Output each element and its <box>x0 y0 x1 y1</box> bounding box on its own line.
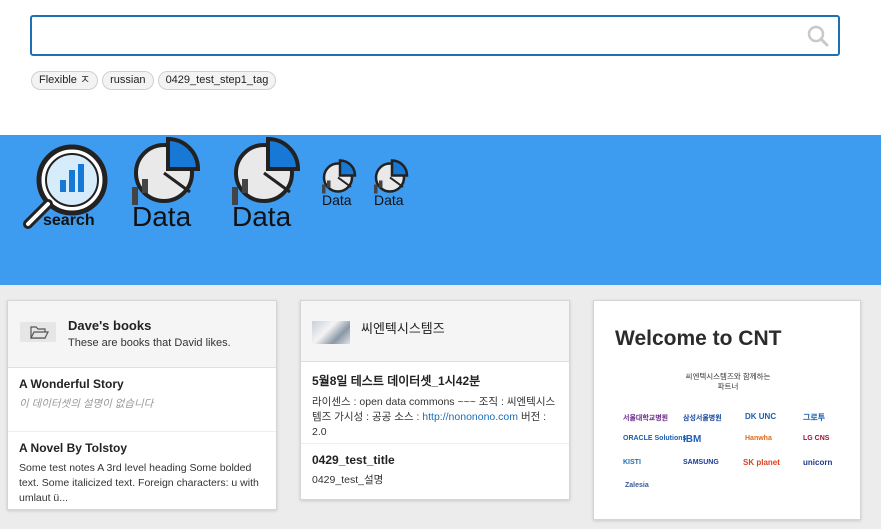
search-shortcut-label: search <box>43 212 95 229</box>
dataset-description: 이 데이터셋의 설명이 없습니다 <box>19 398 154 410</box>
partner-logo: Hanwha <box>745 435 772 442</box>
folder-icon <box>30 326 49 339</box>
dataset-description: 라이센스 : open data commons ~~~ 조직 : 씨엔텍시스템… <box>312 395 558 440</box>
partner-logo: unicorn <box>803 458 833 467</box>
pie-chart-icon <box>374 159 409 194</box>
tag-list: Flexible ㅈ russian 0429_test_step1_tag <box>31 71 277 90</box>
dataset-item[interactable]: 5월8일 테스트 데이터셋_1시42분 라이센스 : open data com… <box>301 362 569 444</box>
group-card-cnt: 씨엔텍시스템즈 5월8일 테스트 데이터셋_1시42분 라이센스 : open … <box>300 300 570 500</box>
dataset-title[interactable]: 5월8일 테스트 데이터셋_1시42분 <box>312 372 558 389</box>
data-shortcut-4-label: Data <box>374 192 404 208</box>
pie-chart-icon <box>232 136 301 205</box>
pie-chart-icon <box>322 159 357 194</box>
content-area: Dave's books These are books that David … <box>0 285 881 529</box>
group-thumbnail <box>312 321 350 344</box>
data-shortcut-1-label: Data <box>132 201 192 232</box>
partner-logo: KISTI <box>623 459 641 466</box>
data-shortcut-3-label: Data <box>322 192 352 208</box>
search-shortcut[interactable]: search <box>20 140 115 235</box>
data-shortcut-2-label: Data <box>232 201 292 232</box>
search-button[interactable] <box>806 24 830 48</box>
partners-caption-line: 파트너 <box>717 382 739 391</box>
search-area: Flexible ㅈ russian 0429_test_step1_tag <box>0 0 881 135</box>
partner-logo: 그로투 <box>803 413 826 422</box>
partner-logo: SK planet <box>743 458 780 467</box>
dataset-item[interactable]: A Wonderful Story 이 데이터셋의 설명이 없습니다 <box>8 368 276 432</box>
partner-logo: Zalesia <box>625 482 649 489</box>
dataset-description: 0429_test_설명 <box>312 474 384 486</box>
partner-logo: 삼성서울병원 <box>683 415 722 422</box>
dataset-title[interactable]: A Novel By Tolstoy <box>19 441 265 455</box>
welcome-title: Welcome to CNT <box>615 327 782 350</box>
card-title[interactable]: 씨엔텍시스템즈 <box>361 318 445 337</box>
card-subtitle: These are books that David likes. <box>68 337 231 349</box>
tag-0429-test-step1[interactable]: 0429_test_step1_tag <box>157 71 277 90</box>
partner-logo: SAMSUNG <box>683 459 719 466</box>
source-link[interactable]: http://nononono.com <box>422 411 518 423</box>
pie-chart-icon <box>132 136 201 205</box>
welcome-card: Welcome to CNT 씨엔텍시스템즈와 함께하는 파트너 서울대학교병원… <box>593 300 861 520</box>
partner-logo: DK UNC <box>745 412 777 421</box>
partner-logo: LG CNS <box>803 435 830 442</box>
partner-logo: 서울대학교병원 <box>623 415 669 422</box>
card-header[interactable]: Dave's books These are books that David … <box>8 301 276 368</box>
search-box[interactable] <box>30 15 840 56</box>
tag-flexible[interactable]: Flexible ㅈ <box>31 71 99 90</box>
data-shortcut-4[interactable]: Data <box>372 159 412 209</box>
dataset-title[interactable]: 0429_test_title <box>312 453 558 467</box>
dataset-item[interactable]: 0429_test_title 0429_test_설명 <box>301 444 569 496</box>
partners-caption: 씨엔텍시스템즈와 함께하는 파트너 <box>594 372 860 392</box>
tag-russian[interactable]: russian <box>102 71 154 90</box>
dataset-title[interactable]: A Wonderful Story <box>19 377 265 391</box>
partners-caption-line: 씨엔텍시스템즈와 함께하는 <box>685 372 771 381</box>
card-header[interactable]: 씨엔텍시스템즈 <box>301 301 569 362</box>
data-shortcut-2[interactable]: Data <box>228 136 308 235</box>
data-shortcut-3[interactable]: Data <box>320 159 360 209</box>
search-icon <box>807 25 829 47</box>
shortcut-banner: search Data Data Data Data <box>0 135 881 285</box>
partner-logo: IBM <box>683 434 702 445</box>
data-shortcut-1[interactable]: Data <box>128 136 208 235</box>
dataset-item[interactable]: A Novel By Tolstoy Some test notes A 3rd… <box>8 432 276 509</box>
partner-logo: ORACLE Solutions <box>623 435 687 442</box>
dataset-description: Some test notes A 3rd level heading Some… <box>19 462 259 504</box>
folder-icon-box <box>20 322 56 342</box>
card-title[interactable]: Dave's books <box>68 318 151 333</box>
group-card-daves-books: Dave's books These are books that David … <box>7 300 277 510</box>
search-input[interactable] <box>38 23 798 49</box>
